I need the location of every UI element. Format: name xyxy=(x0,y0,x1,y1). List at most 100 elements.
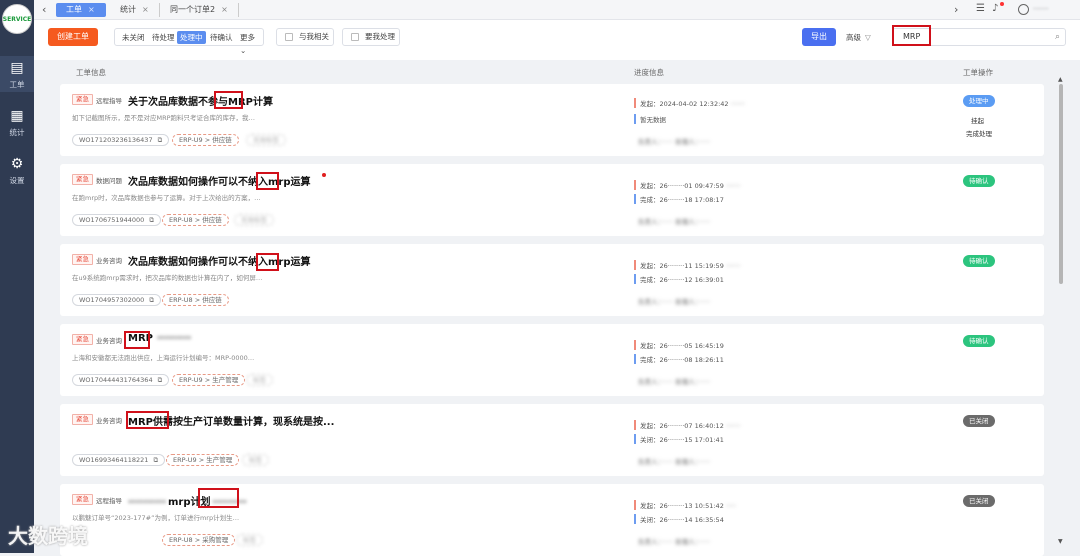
tab-tickets[interactable]: 工单 × xyxy=(56,3,106,17)
suspend-action[interactable]: 挂起 xyxy=(971,115,984,125)
ticket-number-text: WO1704957302000 xyxy=(79,296,145,304)
assigned-to-me-checkbox[interactable]: 要我处理 xyxy=(342,28,400,46)
scroll-thumb[interactable] xyxy=(1059,84,1063,284)
tab-stats[interactable]: 统计 × xyxy=(110,3,160,17)
start-time-text: 发起：26········11 15:19:59 xyxy=(640,262,724,270)
filter-pending[interactable]: 待处理 xyxy=(149,31,178,44)
copy-icon[interactable]: ⧉ xyxy=(153,456,158,464)
scroll-down-icon[interactable]: ▼ xyxy=(1058,538,1063,545)
ticket-description: 以鹏魅订单号“2023-177#”为例，订单进行mrp计划生… xyxy=(72,514,240,522)
checkbox-box[interactable] xyxy=(285,33,293,41)
ticket-title[interactable]: 次品库数据如何操作可以不纳入mrp运算 xyxy=(128,173,311,188)
advanced-label: 高级 xyxy=(846,33,861,42)
ticket-title[interactable]: ·········· mrp计划 ········· xyxy=(128,493,247,508)
ticket-card[interactable]: 紧急 业务咨询 MRP ········· 上海和安徽都无法跑出供应，上海运行计划… xyxy=(60,324,1044,396)
export-button[interactable]: 导出 xyxy=(802,28,836,46)
close-icon[interactable]: × xyxy=(221,5,228,14)
unread-dot xyxy=(322,173,326,177)
copy-icon[interactable]: ⧉ xyxy=(149,216,154,224)
menu-list-icon[interactable]: ☰ xyxy=(976,3,985,14)
sidebar: SERVICE ▤ 工单 ▦ 统计 ⚙ 设置 xyxy=(0,0,34,553)
blurred-text: ······· xyxy=(725,422,741,430)
copy-icon[interactable]: ⧉ xyxy=(158,136,163,144)
filter-unclosed[interactable]: 未关闭 xyxy=(119,31,148,44)
avatar[interactable] xyxy=(1018,4,1029,15)
ticket-category: 业务咨询 xyxy=(96,257,122,265)
blurred-text: ······· xyxy=(730,100,746,108)
status-filter-group: 未关闭 待处理 处理中 待确认 更多 ⌄ xyxy=(114,28,264,55)
status-badge: 待确认 xyxy=(963,255,995,267)
product-tag: ERP-U8 > 采购管理 xyxy=(162,534,236,546)
search-icon[interactable]: ⌕ xyxy=(1055,29,1060,45)
filter-icon: ▽ xyxy=(865,33,871,42)
tab-label: 工单 xyxy=(66,5,82,14)
create-ticket-button[interactable]: 创建工单 xyxy=(48,28,98,46)
ticket-description: 在跑mrp时，次品库数据也参与了运算。对于上次给出的方案，… xyxy=(72,194,261,202)
complete-time: 完成：26········08 18:26:11 xyxy=(634,354,724,364)
sidebar-item-label: 统计 xyxy=(9,128,25,137)
ticket-title[interactable]: MRP ········· xyxy=(128,333,191,344)
product-tag: ERP-U9 > 供应链 xyxy=(172,134,239,146)
ticket-category: 远程指导 xyxy=(96,497,122,505)
toolbar: 创建工单 未关闭 待处理 处理中 待确认 更多 ⌄ 与我相关 要我处理 导出 高级… xyxy=(34,20,1080,60)
ticket-icon: ▤ xyxy=(10,60,24,76)
ticket-title[interactable]: MRP供需按生产订单数量计算，现系统是按... xyxy=(128,413,334,428)
column-header-info: 工单信息 xyxy=(76,68,106,77)
advanced-filter[interactable]: 高级 ▽ xyxy=(846,32,871,43)
blurred-text: ········· xyxy=(212,497,247,508)
sidebar-item-settings[interactable]: ⚙ 设置 xyxy=(0,152,34,188)
ticket-card[interactable]: 紧急 业务咨询 MRP供需按生产订单数量计算，现系统是按... WO169934… xyxy=(60,404,1044,476)
sidebar-item-tickets[interactable]: ▤ 工单 xyxy=(0,56,34,92)
ticket-card[interactable]: 紧急 远程指导 ·········· mrp计划 ········· 以鹏魅订单号“… xyxy=(60,484,1044,556)
search-input[interactable]: MRP ⌕ xyxy=(892,28,1066,46)
ticket-title[interactable]: 次品库数据如何操作可以不纳入mrp运算 xyxy=(128,253,311,268)
ticket-title[interactable]: 关于次品库数据不参与MRP计算 xyxy=(128,93,273,108)
urgency-tag: 紧急 xyxy=(72,254,93,265)
ticket-card[interactable]: 紧急 数据问题 次品库数据如何操作可以不纳入mrp运算 在跑mrp时，次品库数据… xyxy=(60,164,1044,236)
tab-same-order[interactable]: 同一个订单2 × xyxy=(160,3,239,17)
urgency-tag: 紧急 xyxy=(72,334,93,345)
people-info: 负责人：······ 处理人：······ xyxy=(638,458,711,466)
close-icon[interactable]: × xyxy=(142,5,149,14)
ticket-number-text: WO1706751944000 xyxy=(79,216,145,224)
vertical-scrollbar[interactable]: ▲ ▼ xyxy=(1058,76,1064,546)
sidebar-item-stats[interactable]: ▦ 统计 xyxy=(0,104,34,140)
blurred-text: ·········· xyxy=(128,497,166,508)
filter-to-confirm[interactable]: 待确认 xyxy=(207,31,236,44)
filter-more[interactable]: 更多 ⌄ xyxy=(237,31,263,55)
start-time: 发起：26········01 09:47:59 ······· xyxy=(634,180,740,190)
blurred-text: ······· xyxy=(725,182,741,190)
ticket-card[interactable]: 紧急 业务咨询 次品库数据如何操作可以不纳入mrp运算 在u9系统跑mrp需求时… xyxy=(60,244,1044,316)
people-info: 负责人：······ 处理人：······ xyxy=(638,378,711,386)
ticket-card[interactable]: 紧急 远程指导 关于次品库数据不参与MRP计算 如下记截图所示，是不是对应MRP… xyxy=(60,84,1044,156)
copy-icon[interactable]: ⧉ xyxy=(158,376,163,384)
app-logo[interactable]: SERVICE xyxy=(2,4,32,34)
start-time: 发起：2024-04-02 12:32:42 ······· xyxy=(634,98,745,108)
username[interactable]: ······· xyxy=(1033,5,1049,13)
ticket-number: WO171203236136437 ⧉ xyxy=(72,134,170,146)
copy-icon[interactable]: ⧉ xyxy=(149,296,154,304)
related-to-me-checkbox[interactable]: 与我相关 xyxy=(276,28,334,46)
ticket-description: 在u9系统跑mrp需求时，把次品库的数据也计算在内了，如何屏… xyxy=(72,274,263,282)
complete-time: 完成：26········12 16:39:01 xyxy=(634,274,724,284)
watermark: 大数跨境 xyxy=(8,524,88,548)
notification-dot xyxy=(1000,2,1004,6)
column-header-progress: 进度信息 xyxy=(634,68,664,77)
start-time-text: 发起：26········01 09:47:59 xyxy=(640,182,724,190)
product-tag: ERP-U9 > 生产管理 xyxy=(166,454,240,466)
product-tag: ERP-U8 > 供应链 xyxy=(162,294,229,306)
tab-prev-icon[interactable]: ‹ xyxy=(42,3,46,16)
bell-icon[interactable]: ♪ xyxy=(992,3,998,14)
start-time: 发起：26········11 15:19:59 ······· xyxy=(634,260,740,270)
tab-next-icon[interactable]: › xyxy=(954,3,958,16)
tab-bar: ‹ 工单 × 统计 × 同一个订单2 × › ☰ ♪ ······· xyxy=(34,0,1080,20)
filter-processing[interactable]: 处理中 xyxy=(177,31,206,44)
checkbox-box[interactable] xyxy=(351,33,359,41)
urgency-tag: 紧急 xyxy=(72,494,93,505)
ticket-number-text: WO170444431764364 xyxy=(79,376,153,384)
ticket-description: 如下记截图所示，是不是对应MRP跑料只考证合库的库存，我… xyxy=(72,114,256,122)
extra-tag: 标签 xyxy=(246,374,273,386)
close-icon[interactable]: × xyxy=(88,5,95,14)
complete-action[interactable]: 完成处理 xyxy=(966,128,992,138)
scroll-up-icon[interactable]: ▲ xyxy=(1058,76,1063,83)
